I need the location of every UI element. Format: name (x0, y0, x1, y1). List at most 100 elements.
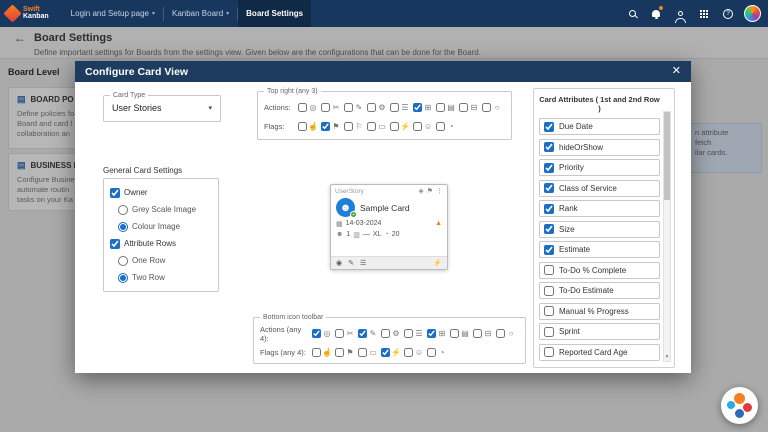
flag-checkbox[interactable] (404, 348, 413, 357)
action-option[interactable]: ✎ (358, 329, 378, 339)
user-icon[interactable] (670, 0, 690, 27)
attribute-checkbox[interactable] (544, 327, 554, 337)
watch-icon[interactable]: ◉ (336, 259, 342, 267)
colour-image-radio-row[interactable]: Colour Image (110, 218, 212, 235)
action-checkbox[interactable] (427, 329, 436, 338)
action-checkbox[interactable] (312, 329, 321, 338)
flag-checkbox[interactable] (427, 348, 436, 357)
action-option[interactable]: ✎ (344, 103, 364, 113)
attribute-checkbox[interactable] (544, 224, 554, 234)
flag-icon[interactable]: ⚑ (427, 187, 433, 195)
attribute-checkbox[interactable] (544, 347, 554, 357)
flag-option[interactable]: ⚡ (390, 122, 410, 132)
action-checkbox[interactable] (335, 329, 344, 338)
flag-option[interactable]: ☝ (312, 348, 332, 358)
attribute-row[interactable]: Manual % Progress (539, 303, 660, 320)
attribute-row[interactable]: To-Do % Complete (539, 262, 660, 279)
flag-checkbox[interactable] (381, 348, 390, 357)
attribute-checkbox[interactable] (544, 122, 554, 132)
attribute-row[interactable]: Class of Service (539, 180, 660, 197)
scrollbar-thumb[interactable] (664, 112, 670, 200)
owner-checkbox[interactable] (110, 188, 120, 198)
action-checkbox[interactable] (459, 103, 468, 112)
action-option[interactable]: ⊞ (413, 103, 433, 113)
flag-option[interactable]: ▭ (367, 122, 387, 132)
action-option[interactable]: ◎ (312, 329, 332, 339)
action-option[interactable]: ☰ (404, 329, 424, 339)
flag-checkbox[interactable] (344, 122, 353, 131)
attribute-row[interactable]: Size (539, 221, 660, 238)
attribute-row[interactable]: Rank (539, 200, 660, 217)
action-checkbox[interactable] (381, 329, 390, 338)
grey-scale-radio-row[interactable]: Grey Scale Image (110, 201, 212, 218)
action-checkbox[interactable] (358, 329, 367, 338)
action-option[interactable]: ☰ (390, 103, 410, 113)
flag-checkbox[interactable] (436, 122, 445, 131)
assistant-fab-button[interactable] (721, 387, 758, 424)
flag-checkbox[interactable] (298, 122, 307, 131)
app-logo[interactable]: Swift Kanban (6, 7, 49, 20)
action-checkbox[interactable] (482, 103, 491, 112)
flag-option[interactable]: ⚑ (321, 122, 341, 132)
attribute-row[interactable]: Sprint (539, 323, 660, 340)
breadcrumb-board-settings[interactable]: Board Settings (238, 0, 311, 27)
two-row-radio-row[interactable]: Two Row (110, 269, 212, 286)
flag-option[interactable]: ☝ (298, 122, 318, 132)
action-checkbox[interactable] (298, 103, 307, 112)
kebab-menu-icon[interactable]: ⋮ (436, 187, 443, 195)
action-option[interactable]: ◎ (298, 103, 318, 113)
attribute-checkbox[interactable] (544, 306, 554, 316)
attribute-checkbox[interactable] (544, 204, 554, 214)
action-checkbox[interactable] (344, 103, 353, 112)
action-option[interactable]: ▤ (450, 329, 470, 339)
action-option[interactable]: ⚙ (367, 103, 387, 113)
flag-option[interactable]: ⚡ (381, 348, 401, 358)
attribute-checkbox[interactable] (544, 265, 554, 275)
attribute-checkbox[interactable] (544, 286, 554, 296)
action-option[interactable]: ▤ (436, 103, 456, 113)
attribute-row[interactable]: hideOrShow (539, 139, 660, 156)
flag-option[interactable]: ◔ (427, 348, 447, 358)
help-icon[interactable]: ? (718, 0, 738, 27)
action-checkbox[interactable] (367, 103, 376, 112)
attribute-row[interactable]: Estimate (539, 241, 660, 258)
flag-option[interactable]: ⚐ (344, 122, 364, 132)
grey-scale-radio[interactable] (118, 205, 128, 215)
flag-checkbox[interactable] (367, 122, 376, 131)
apps-grid-icon[interactable] (694, 0, 714, 27)
action-option[interactable]: ✂ (321, 103, 341, 113)
profile-avatar[interactable] (742, 0, 762, 27)
flag-checkbox[interactable] (321, 122, 330, 131)
flag-checkbox[interactable] (358, 348, 367, 357)
flag-checkbox[interactable] (413, 122, 422, 131)
flag-option[interactable]: ⚑ (335, 348, 355, 358)
action-option[interactable]: ⊟ (473, 329, 493, 339)
scroll-down-arrow-icon[interactable]: ▼ (664, 353, 670, 361)
flag-checkbox[interactable] (390, 122, 399, 131)
one-row-radio[interactable] (118, 256, 128, 266)
action-checkbox[interactable] (473, 329, 482, 338)
attribute-checkbox[interactable] (544, 245, 554, 255)
flag-option[interactable]: ☺ (413, 122, 433, 132)
attribute-row[interactable]: Due Date (539, 118, 660, 135)
action-option[interactable]: ○ (482, 103, 502, 113)
attribute-row[interactable]: To-Do Estimate (539, 282, 660, 299)
action-option[interactable]: ○ (496, 329, 516, 339)
search-icon[interactable] (622, 0, 642, 27)
flag-option[interactable]: ☺ (404, 348, 424, 358)
action-checkbox[interactable] (404, 329, 413, 338)
action-checkbox[interactable] (390, 103, 399, 112)
attribute-checkbox[interactable] (544, 142, 554, 152)
action-checkbox[interactable] (436, 103, 445, 112)
breadcrumb-kanban-board[interactable]: Kanban Board ▾ (164, 0, 237, 27)
attribute-checkbox[interactable] (544, 163, 554, 173)
action-option[interactable]: ⊞ (427, 329, 447, 339)
tag-icon[interactable]: ◈ (418, 187, 423, 195)
edit-icon[interactable]: ✎ (348, 259, 354, 267)
action-option[interactable]: ⚙ (381, 329, 401, 339)
action-checkbox[interactable] (321, 103, 330, 112)
flag-checkbox[interactable] (312, 348, 321, 357)
action-option[interactable]: ⊟ (459, 103, 479, 113)
list-icon[interactable]: ☰ (360, 259, 366, 267)
action-checkbox[interactable] (413, 103, 422, 112)
